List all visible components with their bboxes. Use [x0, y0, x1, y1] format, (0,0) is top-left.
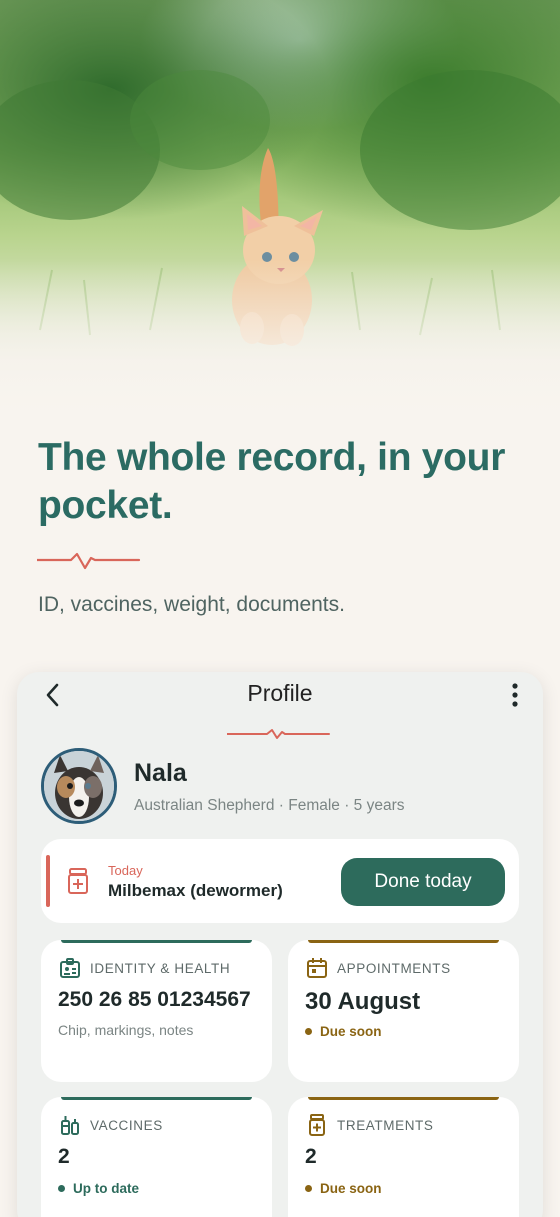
tile-label: IDENTITY & HEALTH [90, 961, 231, 976]
tile-label: APPOINTMENTS [337, 961, 451, 976]
syringe-icon [61, 1116, 79, 1135]
status-dot-icon [305, 1185, 312, 1192]
medicine-icon [309, 1114, 325, 1136]
identity-health-tile[interactable]: IDENTITY & HEALTH 250 26 85 01234567 Chi… [41, 940, 272, 1082]
reminder-date-label: Today [108, 863, 143, 878]
pet-description: Australian Shepherd · Female · 5 years [134, 797, 405, 814]
status-badge: Up to date [58, 1181, 139, 1196]
reminder-accent-bar [46, 855, 50, 907]
microchip-number: 250 26 85 01234567 [58, 988, 251, 1011]
status-badge: Due soon [305, 1024, 382, 1039]
tile-label: VACCINES [90, 1118, 163, 1133]
status-text: Up to date [73, 1181, 139, 1196]
status-dot-icon [58, 1185, 65, 1192]
status-dot-icon [305, 1028, 312, 1035]
done-today-button[interactable]: Done today [341, 858, 505, 906]
more-vertical-icon[interactable] [505, 682, 525, 708]
treatments-tile[interactable]: TREATMENTS 2 Due soon [288, 1097, 519, 1217]
tile-subtext: Chip, markings, notes [58, 1022, 194, 1038]
next-appointment-date: 30 August [305, 988, 421, 1015]
medicine-icon [68, 868, 88, 894]
heartbeat-divider-icon [227, 729, 330, 739]
dog-avatar-photo [44, 751, 114, 821]
page-title: Profile [247, 680, 313, 706]
tile-label: TREATMENTS [337, 1118, 434, 1133]
hero-headline: The whole record, in your pocket. [38, 436, 506, 527]
vaccines-tile[interactable]: VACCINES 2 Up to date [41, 1097, 272, 1217]
heartbeat-divider-icon [37, 552, 141, 570]
reminder-medication: Milbemax (dewormer) [108, 881, 283, 900]
avatar[interactable] [41, 748, 117, 824]
hero-subtitle: ID, vaccines, weight, documents. [38, 593, 345, 616]
pet-name: Nala [134, 759, 187, 787]
id-card-icon [60, 958, 80, 978]
today-reminder: Today Milbemax (dewormer) Done today [41, 839, 519, 923]
status-badge: Due soon [305, 1181, 382, 1196]
treatment-count: 2 [305, 1145, 317, 1168]
vaccine-count: 2 [58, 1145, 70, 1168]
status-text: Due soon [320, 1181, 382, 1196]
calendar-icon [307, 958, 327, 978]
hero-photo [0, 0, 560, 430]
appointments-tile[interactable]: APPOINTMENTS 30 August Due soon [288, 940, 519, 1082]
app-preview-card: Profile Nala Australian Shepherd · Femal… [17, 672, 543, 1217]
status-text: Due soon [320, 1024, 382, 1039]
